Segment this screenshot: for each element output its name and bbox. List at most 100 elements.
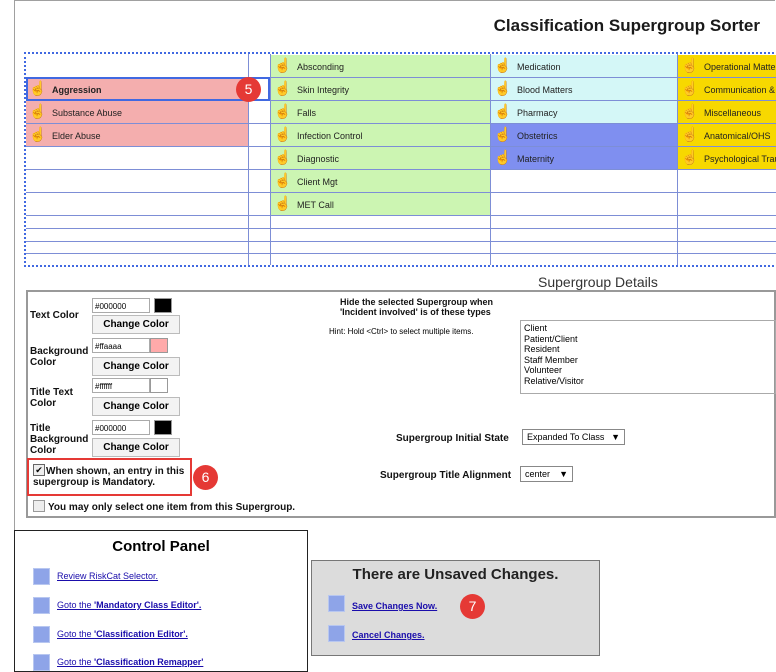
link-text: Goto the bbox=[57, 629, 95, 639]
supergroup-label: Falls bbox=[297, 108, 317, 118]
supergroup-item[interactable]: ☝ Skin Integrity bbox=[271, 78, 490, 100]
supergroup-label: Pharmacy bbox=[517, 108, 558, 118]
supergroup-label: Blood Matters bbox=[517, 85, 573, 95]
supergroup-label: Diagnostic bbox=[297, 154, 340, 164]
cancel-changes-link[interactable]: Cancel Changes. bbox=[352, 630, 425, 640]
cancel-changes-text: Cancel Changes. bbox=[352, 630, 425, 640]
classification-editor-link[interactable]: Goto the 'Classification Editor'. bbox=[57, 629, 188, 639]
unsaved-changes-title: There are Unsaved Changes. bbox=[352, 566, 559, 583]
multi-select-hint: Hint: Hold <Ctrl> to select multiple ite… bbox=[329, 327, 474, 336]
link-text: Review RiskCat Selector. bbox=[57, 571, 159, 581]
change-title-background-color-button[interactable]: Change Color bbox=[92, 438, 180, 457]
title-text-color-label: Title Text Color bbox=[30, 387, 73, 409]
supergroup-item[interactable]: ☝ Client Mgt bbox=[271, 170, 490, 192]
grid-divider bbox=[26, 228, 776, 229]
list-item[interactable]: Client bbox=[524, 323, 772, 334]
list-item[interactable]: Staff Member bbox=[524, 355, 772, 366]
link-icon bbox=[33, 568, 50, 585]
drag-hand-icon: ☝ bbox=[681, 103, 699, 119]
title-background-color-label: Title Background Color bbox=[30, 423, 89, 456]
link-text-bold: 'Mandatory Class Editor'. bbox=[94, 600, 202, 610]
supergroup-item[interactable]: ☝ Pharmacy bbox=[491, 101, 677, 123]
supergroup-item[interactable]: ☝ Elder Abuse bbox=[26, 124, 248, 146]
change-title-text-color-button[interactable]: Change Color bbox=[92, 397, 180, 416]
grid-divider bbox=[490, 54, 491, 265]
chevron-down-icon: ▼ bbox=[559, 469, 568, 479]
initial-state-label: Supergroup Initial State bbox=[396, 433, 509, 444]
drag-hand-icon: ☝ bbox=[681, 126, 699, 142]
drag-hand-icon: ☝ bbox=[494, 57, 512, 73]
change-background-color-button[interactable]: Change Color bbox=[92, 357, 180, 376]
drag-hand-icon: ☝ bbox=[494, 80, 512, 96]
link-text: Goto the bbox=[57, 600, 95, 610]
single-select-checkbox[interactable] bbox=[33, 500, 45, 512]
list-item[interactable]: Volunteer bbox=[524, 365, 772, 376]
supergroup-label: MET Call bbox=[297, 200, 334, 210]
supergroup-item[interactable]: ☝ Infection Control bbox=[271, 124, 490, 146]
drag-hand-icon: ☝ bbox=[274, 149, 292, 165]
initial-state-select[interactable]: Expanded To Class ▼ bbox=[522, 429, 625, 445]
supergroup-item[interactable]: ☝ Obstetrics bbox=[491, 124, 677, 146]
supergroup-sorter-grid[interactable]: ☝ Aggression ☝ Substance Abuse ☝ Elder Abus… bbox=[24, 52, 776, 267]
grid-divider bbox=[26, 169, 776, 170]
supergroup-item[interactable]: ☝ Psychological Trau bbox=[678, 147, 776, 169]
supergroup-label: Obstetrics bbox=[517, 131, 558, 141]
supergroup-item[interactable]: ☝ Anatomical/OHS bbox=[678, 124, 776, 146]
drag-hand-icon: ☝ bbox=[274, 80, 292, 96]
mandatory-class-editor-link[interactable]: Goto the 'Mandatory Class Editor'. bbox=[57, 600, 201, 610]
drag-hand-icon: ☝ bbox=[681, 149, 699, 165]
title-background-color-swatch[interactable] bbox=[154, 420, 172, 435]
classification-remapper-link[interactable]: Goto the 'Classification Remapper' bbox=[57, 657, 203, 667]
title-alignment-select[interactable]: center ▼ bbox=[520, 466, 573, 482]
list-item[interactable]: Relative/Visitor bbox=[524, 376, 772, 387]
initial-state-value: Expanded To Class bbox=[527, 432, 605, 442]
title-alignment-label: Supergroup Title Alignment bbox=[380, 470, 512, 481]
supergroup-label: Skin Integrity bbox=[297, 85, 350, 95]
text-color-input[interactable]: #000000 bbox=[92, 298, 150, 313]
drag-hand-icon: ☝ bbox=[29, 103, 47, 119]
drag-hand-icon: ☝ bbox=[494, 149, 512, 165]
list-item[interactable]: Resident bbox=[524, 344, 772, 355]
grid-divider bbox=[26, 241, 776, 242]
supergroup-item[interactable]: ☝ Medication bbox=[491, 55, 677, 77]
grid-divider bbox=[270, 54, 271, 265]
change-text-color-button[interactable]: Change Color bbox=[92, 315, 180, 334]
grid-divider bbox=[26, 253, 776, 254]
supergroup-item[interactable]: ☝ Communication & bbox=[678, 78, 776, 100]
save-icon bbox=[328, 595, 345, 612]
supergroup-item[interactable]: ☝ Diagnostic bbox=[271, 147, 490, 169]
mandatory-checkbox-label: When shown, an entry in this supergroup … bbox=[33, 466, 185, 488]
save-changes-link[interactable]: Save Changes Now. bbox=[352, 601, 437, 611]
supergroup-item[interactable]: ☝ Absconding bbox=[271, 55, 490, 77]
supergroup-label: Miscellaneous bbox=[704, 108, 762, 118]
drag-hand-icon: ☝ bbox=[274, 126, 292, 142]
title-text-color-input[interactable]: #ffffff bbox=[92, 378, 150, 393]
supergroup-item[interactable]: ☝ Falls bbox=[271, 101, 490, 123]
supergroup-item[interactable]: ☝ Maternity bbox=[491, 147, 677, 169]
link-text: Goto the bbox=[57, 657, 95, 667]
supergroup-item[interactable]: ☝ Blood Matters bbox=[491, 78, 677, 100]
incident-involved-types-list[interactable]: Client Patient/Client Resident Staff Mem… bbox=[520, 320, 776, 394]
title-text-color-swatch[interactable] bbox=[150, 378, 168, 393]
supergroup-label: Communication & bbox=[704, 85, 776, 95]
title-background-color-input[interactable]: #000000 bbox=[92, 420, 150, 435]
callout-marker-7: 7 bbox=[460, 594, 485, 619]
supergroup-item[interactable]: ☝ Miscellaneous bbox=[678, 101, 776, 123]
supergroup-item[interactable]: ☝ MET Call bbox=[271, 193, 490, 215]
grid-divider bbox=[26, 192, 776, 193]
supergroup-item[interactable]: ☝ Substance Abuse bbox=[26, 101, 248, 123]
callout-marker-5: 5 bbox=[236, 77, 261, 102]
drag-hand-icon: ☝ bbox=[274, 103, 292, 119]
drag-hand-icon: ☝ bbox=[274, 172, 292, 188]
supergroup-label: Absconding bbox=[297, 62, 345, 72]
supergroup-item[interactable]: ☝ Operational Matte bbox=[678, 55, 776, 77]
grid-divider bbox=[26, 123, 776, 124]
text-color-swatch[interactable] bbox=[154, 298, 172, 313]
drag-hand-icon: ☝ bbox=[494, 103, 512, 119]
background-color-input[interactable]: #ffaaaa bbox=[92, 338, 150, 353]
review-riskcat-selector-link[interactable]: Review RiskCat Selector. bbox=[57, 571, 158, 581]
title-alignment-value: center bbox=[525, 469, 551, 479]
list-item[interactable]: Patient/Client bbox=[524, 334, 772, 345]
background-color-swatch[interactable] bbox=[150, 338, 168, 353]
supergroup-label: Operational Matte bbox=[704, 62, 776, 72]
